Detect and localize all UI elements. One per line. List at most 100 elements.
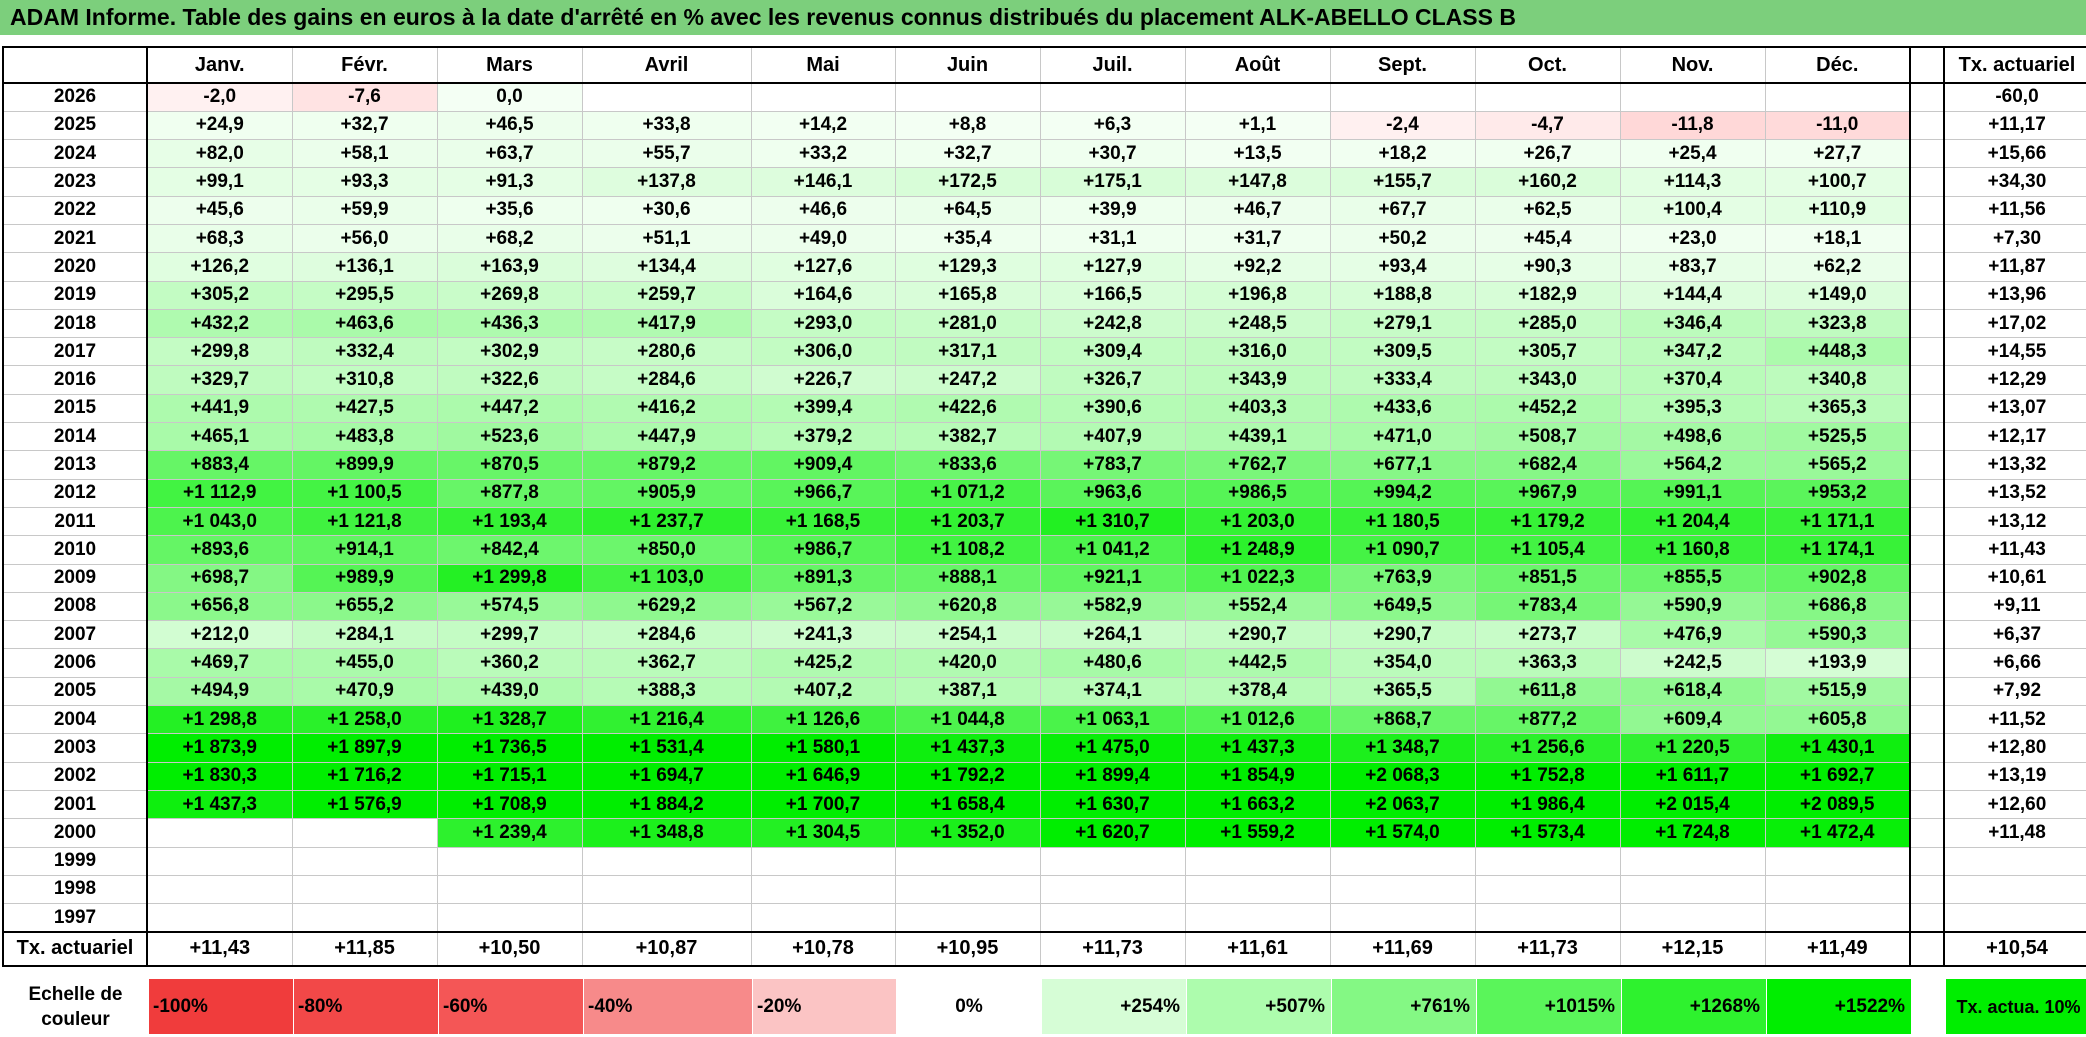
gain-cell: +420,0 [894, 648, 1041, 678]
gain-cell: +552,4 [1184, 591, 1331, 622]
table-row: 2026 -2,0 -7,6 0,0 -60,0 [2, 82, 2086, 112]
gain-cell: +1 700,7 [750, 789, 896, 820]
gain-cell: +299,7 [436, 620, 583, 650]
gain-cell: +442,5 [1184, 648, 1331, 678]
year-label: 2020 [2, 252, 148, 282]
row-tx-actuariel [1943, 874, 2086, 905]
gain-cell: +1 204,4 [1619, 506, 1766, 537]
month-tx-actuariel: +10,50 [436, 930, 583, 967]
table-row: 2023 +99,1 +93,3 +91,3 +137,8 +146,1 +172,5 +17… [2, 167, 2086, 197]
gain-cell [894, 874, 1041, 905]
row-tx-actuariel: +11,48 [1943, 818, 2086, 848]
gain-cell [750, 874, 896, 905]
column-separator [1909, 761, 1945, 791]
row-tx-actuariel: +34,30 [1943, 167, 2086, 197]
gain-cell [1764, 82, 1911, 112]
year-label: 2012 [2, 478, 148, 508]
month-tx-actuariel: +10,95 [894, 930, 1041, 967]
scale-swatch: +761% [1331, 978, 1477, 1035]
gain-cell: +45,4 [1474, 223, 1621, 254]
gain-cell: +1 298,8 [146, 705, 293, 735]
column-separator [1909, 450, 1945, 480]
gain-cell: +1 580,1 [750, 733, 896, 763]
gain-cell: +39,9 [1039, 195, 1186, 225]
gain-cell: +242,5 [1619, 648, 1766, 678]
gain-cell: +989,9 [291, 563, 438, 593]
gain-cell: +18,2 [1329, 139, 1476, 169]
month-header: Oct. [1474, 46, 1621, 84]
gain-cell: +1 897,9 [291, 733, 438, 763]
year-label: 2019 [2, 280, 148, 310]
column-separator [1909, 280, 1945, 310]
gain-cell: +1 437,3 [894, 733, 1041, 763]
year-label: 2011 [2, 506, 148, 537]
gain-cell: +62,5 [1474, 195, 1621, 225]
gain-cell: +67,7 [1329, 195, 1476, 225]
month-header: Déc. [1764, 46, 1911, 84]
scale-swatch: +1522% [1766, 978, 1912, 1035]
gain-cell: +68,3 [146, 223, 293, 254]
month-tx-actuariel: +11,85 [291, 930, 438, 967]
column-separator [1909, 903, 1945, 933]
gain-cell: +100,7 [1764, 167, 1911, 197]
gain-cell: +2 015,4 [1619, 789, 1766, 820]
gain-cell [894, 846, 1041, 876]
gain-cell: +354,0 [1329, 648, 1476, 678]
gain-cell: +879,2 [581, 450, 752, 480]
gain-cell: +1 708,9 [436, 789, 583, 820]
gain-cell: +226,7 [750, 365, 896, 395]
gain-cell: +242,8 [1039, 308, 1186, 339]
gain-cell: +24,9 [146, 110, 293, 141]
gain-cell: +33,2 [750, 139, 896, 169]
gain-cell: +310,8 [291, 365, 438, 395]
row-tx-actuariel: +11,43 [1943, 535, 2086, 565]
month-header: Nov. [1619, 46, 1766, 84]
gain-cell: +905,9 [581, 478, 752, 508]
gain-cell: +469,7 [146, 648, 293, 678]
column-separator [1909, 563, 1945, 593]
row-tx-actuariel: +6,66 [1943, 648, 2086, 678]
gain-cell: +783,4 [1474, 591, 1621, 622]
column-separator [1909, 422, 1945, 452]
gain-cell: +1 692,7 [1764, 761, 1911, 791]
year-label: 2022 [2, 195, 148, 225]
gain-cell: +1 348,7 [1329, 733, 1476, 763]
gain-cell: +883,4 [146, 450, 293, 480]
year-label: 2026 [2, 82, 148, 112]
gain-cell: +1 160,8 [1619, 535, 1766, 565]
gain-cell [291, 874, 438, 905]
gain-cell: +1 899,4 [1039, 761, 1186, 791]
gain-cell: +1 752,8 [1474, 761, 1621, 791]
gain-cell: +347,2 [1619, 337, 1766, 367]
gain-cell: +851,5 [1474, 563, 1621, 593]
table-row: 2009 +698,7 +989,9 +1 299,8 +1 103,0 +891,3 +8… [2, 563, 2086, 593]
year-label: 2014 [2, 422, 148, 452]
gain-cell: +110,9 [1764, 195, 1911, 225]
year-label: 2005 [2, 676, 148, 707]
gain-cell: +92,2 [1184, 252, 1331, 282]
gain-cell: +1 472,4 [1764, 818, 1911, 848]
gain-cell [146, 874, 293, 905]
year-label: 2001 [2, 789, 148, 820]
page-title: ADAM Informe. Table des gains en euros à… [0, 0, 2086, 35]
scale-swatch: +1268% [1621, 978, 1767, 1035]
year-label: 2023 [2, 167, 148, 197]
gain-cell: +32,7 [894, 139, 1041, 169]
table-row: 2000 +1 239,4 +1 348,8 +1 304,5 +1 352,0 +1 6… [2, 818, 2086, 848]
gain-cell: +284,6 [581, 365, 752, 395]
gain-cell: +1 203,0 [1184, 506, 1331, 537]
gain-cell: +470,9 [291, 676, 438, 707]
gain-cell: +363,3 [1474, 648, 1621, 678]
gain-cell: +379,2 [750, 422, 896, 452]
gain-cell: +425,2 [750, 648, 896, 678]
table-row: 2010 +893,6 +914,1 +842,4 +850,0 +986,7 +1 108… [2, 535, 2086, 565]
gain-cell: +407,2 [750, 676, 896, 707]
gain-cell: +127,9 [1039, 252, 1186, 282]
gain-cell: +18,1 [1764, 223, 1911, 254]
gain-cell: +1 873,9 [146, 733, 293, 763]
gain-cell [1764, 874, 1911, 905]
month-header: Janv. [146, 46, 293, 84]
table-row: 2016 +329,7 +310,8 +322,6 +284,6 +226,7 +247,2… [2, 365, 2086, 395]
gain-cell: +46,6 [750, 195, 896, 225]
gain-cell: +299,8 [146, 337, 293, 367]
